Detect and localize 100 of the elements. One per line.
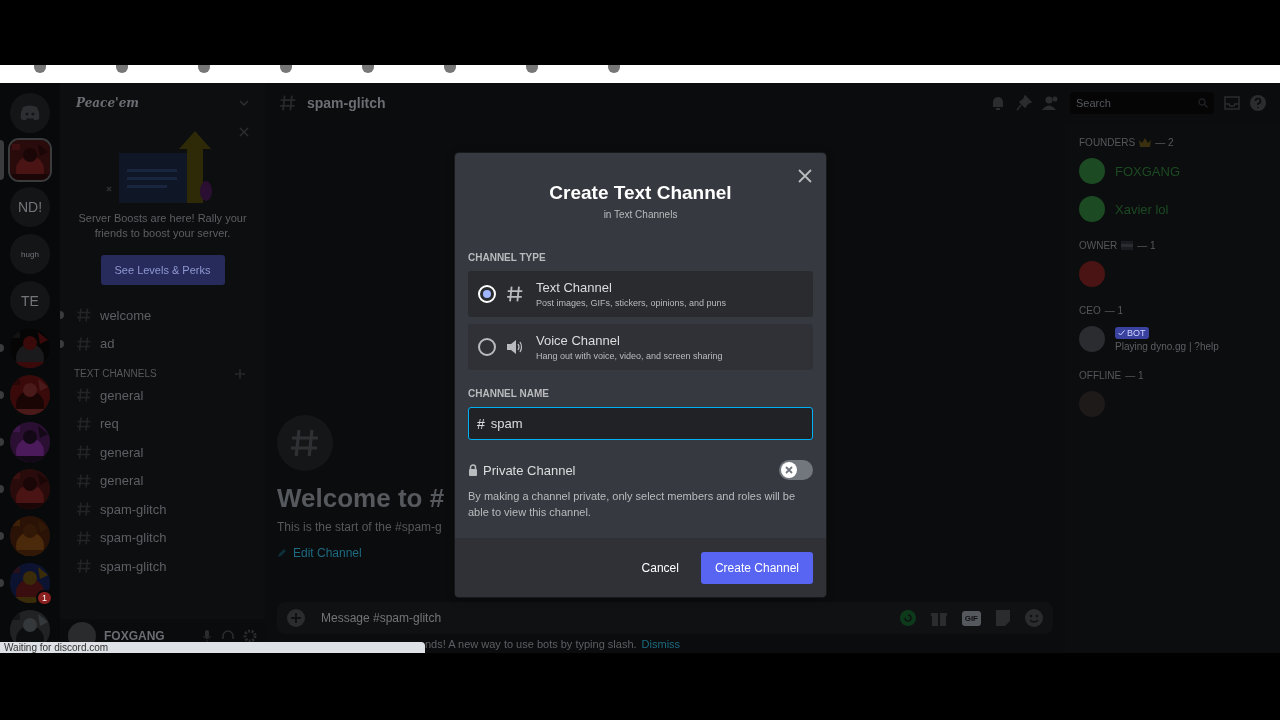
welcome-heading: Welcome to # bbox=[277, 483, 445, 514]
close-icon[interactable] bbox=[239, 127, 249, 137]
check-icon bbox=[1118, 329, 1125, 336]
search-icon[interactable] bbox=[1198, 98, 1208, 108]
section-label: CHANNEL TYPE bbox=[468, 252, 547, 263]
hash-icon bbox=[76, 501, 92, 518]
member-group-title: CEO bbox=[1079, 305, 1101, 316]
channel-title: spam-glitch bbox=[307, 95, 387, 111]
hash-icon bbox=[289, 427, 321, 459]
bot-tag: BOT bbox=[1115, 326, 1149, 339]
inbox-icon[interactable] bbox=[1224, 96, 1240, 110]
member-status: Playing dyno.gg | ?help bbox=[1115, 340, 1219, 352]
username: FOXGANG bbox=[104, 629, 166, 643]
channel-name-field[interactable]: # spam bbox=[468, 407, 813, 440]
hash-icon bbox=[506, 285, 524, 303]
search-field[interactable]: Search bbox=[1070, 92, 1214, 114]
member-avatar[interactable] bbox=[1079, 196, 1105, 222]
channel-item[interactable]: spam-glitch bbox=[68, 495, 265, 524]
message-input[interactable]: Message #spam-glitch bbox=[319, 610, 886, 626]
emoji-icon[interactable] bbox=[1025, 609, 1043, 627]
flag-icon bbox=[1121, 241, 1134, 250]
server-icon[interactable]: hugh bbox=[10, 234, 50, 274]
member-avatar[interactable] bbox=[1079, 326, 1105, 352]
hash-icon bbox=[76, 529, 92, 546]
channel-item[interactable]: welcome bbox=[68, 301, 265, 330]
hash-icon bbox=[76, 472, 92, 489]
hash-icon bbox=[76, 307, 92, 324]
plus-icon[interactable] bbox=[235, 368, 245, 379]
member-count: — 1 bbox=[1137, 240, 1156, 251]
member-name[interactable]: FOXGANG bbox=[1115, 163, 1180, 179]
channel-type-option[interactable]: Text Channel Post images, GIFs, stickers, opinions, and puns bbox=[468, 271, 813, 317]
private-description: By making a channel private, only select members and roles will be able to view this channel. bbox=[468, 489, 797, 520]
member-name[interactable]: Xavier lol bbox=[1115, 201, 1169, 217]
channel-item[interactable]: spam-glitch bbox=[68, 552, 265, 581]
settings-icon[interactable] bbox=[243, 629, 257, 643]
private-channel-label: Private Channel bbox=[483, 462, 576, 478]
hash-icon bbox=[76, 387, 92, 404]
channel-item[interactable]: req bbox=[68, 409, 265, 438]
category-header[interactable]: TEXT CHANNELS bbox=[74, 368, 157, 379]
member-avatar[interactable] bbox=[1079, 158, 1105, 184]
lock-icon bbox=[468, 464, 478, 476]
member-group-title: OWNER bbox=[1079, 240, 1118, 251]
channel-item[interactable]: general bbox=[68, 381, 265, 410]
browser-status-toast: Waiting for discord.com bbox=[0, 642, 425, 653]
bookmark-icon[interactable] bbox=[34, 65, 46, 73]
create-channel-button[interactable]: Create Channel bbox=[700, 551, 813, 584]
members-icon[interactable] bbox=[1042, 95, 1060, 111]
channel-item[interactable]: spam-glitch bbox=[68, 523, 265, 552]
member-count: — 2 bbox=[1155, 137, 1174, 148]
add-icon[interactable] bbox=[287, 609, 305, 627]
sticker-icon[interactable] bbox=[995, 609, 1011, 627]
selection-indicator bbox=[0, 140, 4, 180]
pencil-icon bbox=[277, 548, 287, 558]
member-count: — 1 bbox=[1104, 305, 1123, 316]
hash-icon bbox=[76, 558, 92, 575]
gif-button[interactable]: GIF bbox=[961, 610, 981, 626]
server-icon[interactable]: ND! bbox=[10, 187, 50, 227]
member-count: — 1 bbox=[1125, 370, 1144, 381]
server-icon[interactable]: TE bbox=[10, 281, 50, 321]
cancel-button[interactable]: Cancel bbox=[641, 560, 679, 575]
speaker-icon bbox=[506, 339, 524, 355]
channel-name-input[interactable]: spam bbox=[490, 416, 804, 431]
bookmark-icon[interactable] bbox=[280, 65, 292, 73]
bookmark-icon[interactable] bbox=[526, 65, 538, 73]
dismiss-link[interactable]: Dismiss bbox=[641, 637, 681, 650]
help-icon[interactable] bbox=[1250, 95, 1266, 111]
bookmark-icon[interactable] bbox=[608, 65, 620, 73]
hash-icon bbox=[76, 335, 92, 352]
bookmark-icon[interactable] bbox=[116, 65, 128, 73]
discord-logo-icon bbox=[19, 105, 41, 121]
bookmark-icon[interactable] bbox=[198, 65, 210, 73]
member-group-title: OFFLINE bbox=[1079, 370, 1122, 381]
server-name[interactable]: Peace'em bbox=[76, 96, 140, 110]
private-toggle[interactable] bbox=[779, 460, 813, 480]
hash-icon bbox=[279, 94, 297, 112]
microphone-icon[interactable] bbox=[201, 629, 213, 643]
member-avatar[interactable] bbox=[1079, 261, 1105, 287]
message-field[interactable]: Message #spam-glitch GIF bbox=[277, 602, 1053, 634]
pin-icon[interactable] bbox=[1016, 95, 1032, 111]
edit-channel-link[interactable]: Edit Channel bbox=[277, 546, 362, 560]
notice-text: nds! A new way to use bots by typing slash. bbox=[425, 637, 637, 650]
channel-item[interactable]: general bbox=[68, 438, 265, 467]
hash-icon bbox=[76, 444, 92, 461]
bookmark-icon[interactable] bbox=[444, 65, 456, 73]
crown-icon bbox=[1139, 138, 1152, 147]
chevron-down-icon[interactable] bbox=[239, 100, 249, 106]
channel-item[interactable]: ad bbox=[68, 329, 265, 358]
section-label: CHANNEL NAME bbox=[468, 388, 550, 399]
channel-item[interactable]: general bbox=[68, 466, 265, 495]
close-icon bbox=[796, 167, 814, 185]
member-group-title: FOUNDERS bbox=[1079, 137, 1136, 148]
close-button[interactable] bbox=[796, 167, 814, 185]
bookmark-icon[interactable] bbox=[362, 65, 374, 73]
x-icon bbox=[785, 466, 793, 474]
channel-type-option[interactable]: Voice Channel Hang out with voice, video, and screen sharing bbox=[468, 324, 813, 370]
radio-button[interactable] bbox=[478, 338, 496, 356]
levels-perks-button[interactable]: See Levels & Perks bbox=[100, 255, 225, 285]
dialog-subtitle: in Text Channels bbox=[602, 209, 679, 220]
hash-icon bbox=[76, 415, 92, 432]
bell-icon[interactable] bbox=[990, 95, 1006, 111]
